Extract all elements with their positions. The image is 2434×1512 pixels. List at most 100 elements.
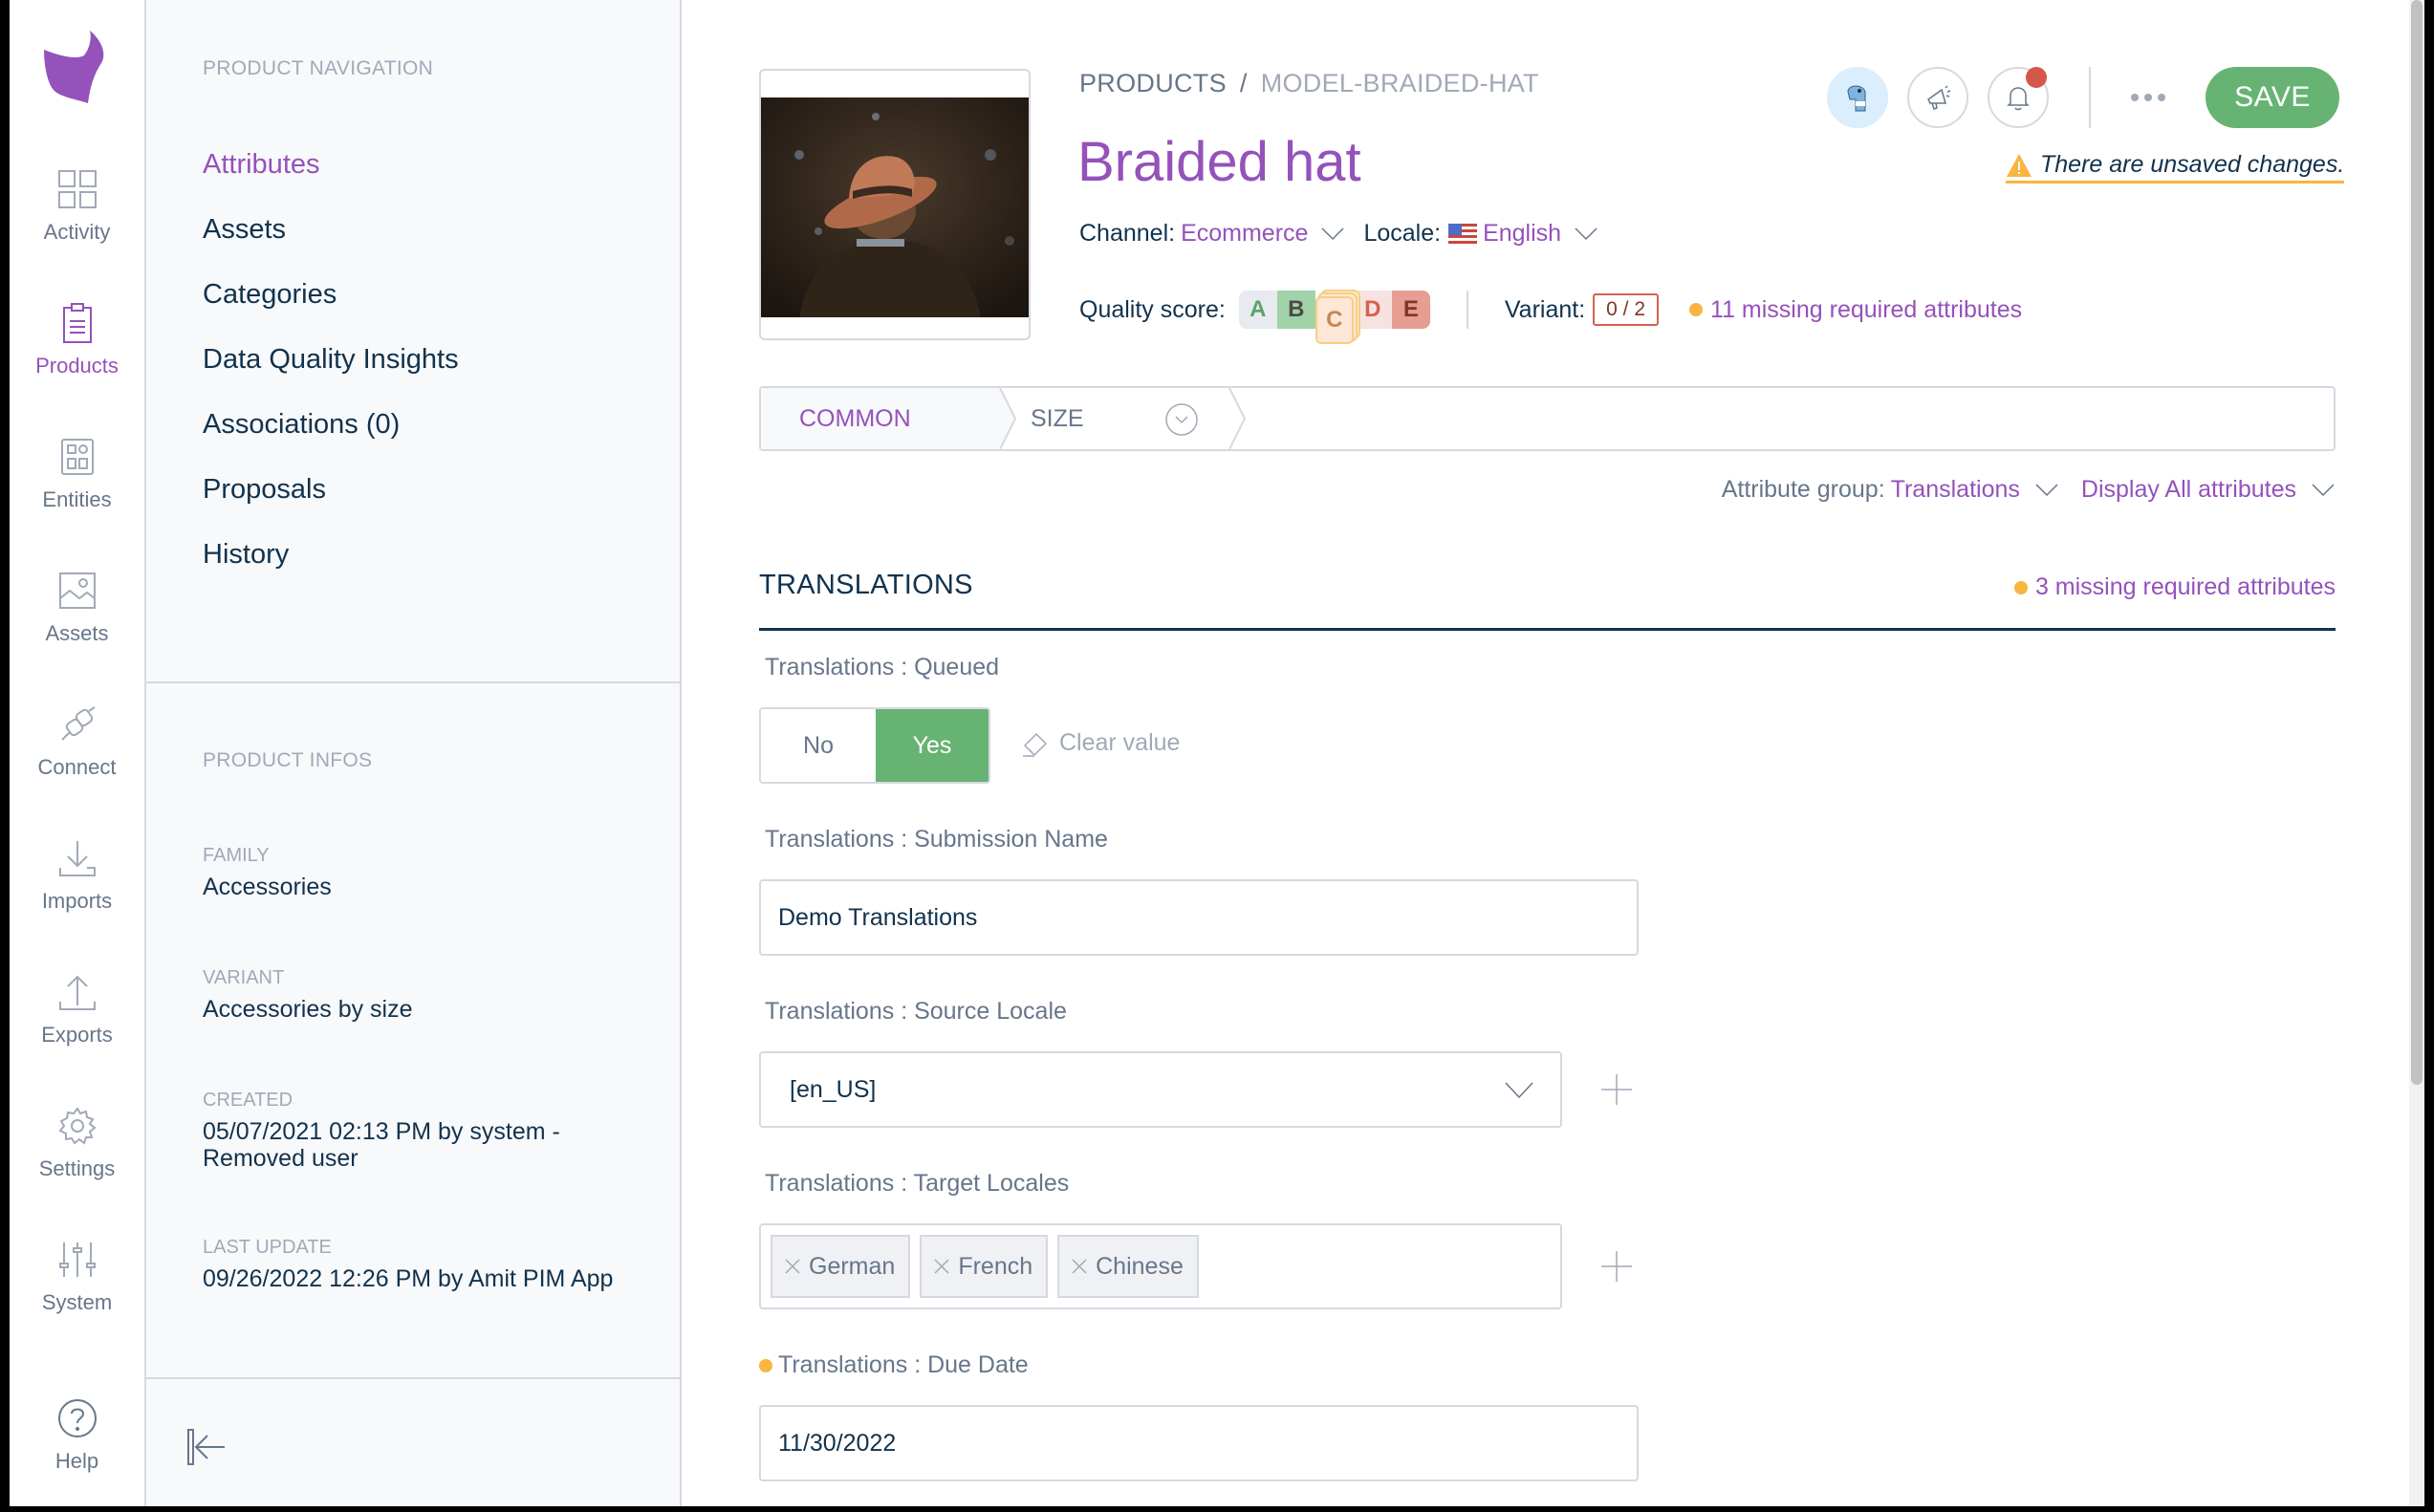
due-date-label-text: Translations : Due Date (778, 1351, 1029, 1378)
last-update-value: 09/26/2022 12:26 PM by Amit PIM App (203, 1265, 614, 1292)
import-icon (58, 841, 96, 876)
rail-item-activity[interactable]: Activity (10, 168, 144, 245)
warning-dot-icon (2013, 580, 2028, 594)
rail-item-connect[interactable]: Connect (10, 703, 144, 780)
rail-item-settings[interactable]: Settings (10, 1105, 144, 1181)
product-navigation-panel: PRODUCT NAVIGATION Attributes Assets Cat… (146, 0, 682, 1506)
grade-a: A (1238, 291, 1277, 329)
rail-item-label: Entities (42, 487, 112, 511)
variant-label: Variant: (1504, 295, 1586, 323)
add-option-icon[interactable] (1597, 1247, 1636, 1285)
sliders-icon (58, 1242, 96, 1277)
nav-link-categories[interactable]: Categories (203, 279, 337, 311)
nav-divider (146, 681, 682, 683)
variant-value: Accessories by size (203, 996, 413, 1023)
nav-link-data-quality-insights[interactable]: Data Quality Insights (203, 344, 459, 376)
breadcrumb-separator: / (1239, 69, 1248, 97)
clear-value-text: Clear value (1059, 728, 1181, 756)
rail-item-label: Assets (45, 621, 109, 645)
chevron-down-icon[interactable] (1575, 227, 1597, 241)
source-locale-value: [en_US] (790, 1075, 877, 1103)
target-locales-multiselect[interactable]: German French Chinese (759, 1223, 1562, 1309)
remove-icon[interactable] (784, 1258, 801, 1275)
page-title: Braided hat (1077, 131, 1361, 193)
grade-d: D (1353, 291, 1392, 329)
source-locale-label: Translations : Source Locale (765, 998, 1067, 1025)
more-actions-button[interactable] (2119, 78, 2177, 117)
announcements-button[interactable] (1907, 67, 1968, 128)
help-label: Help (54, 1449, 99, 1473)
rail-item-entities[interactable]: Entities (10, 436, 144, 512)
gear-icon (57, 1107, 97, 1145)
queued-label: Translations : Queued (765, 654, 1000, 680)
nav-link-proposals[interactable]: Proposals (203, 474, 326, 506)
display-attributes-selector[interactable]: Display All attributes (2081, 476, 2296, 504)
required-missing-dot-icon (759, 1358, 772, 1372)
rail-item-label: Connect (37, 755, 117, 779)
chevron-down-icon[interactable] (1321, 227, 1344, 241)
remove-icon[interactable] (1071, 1258, 1088, 1275)
missing-attributes-link[interactable]: 11 missing required attributes (1689, 296, 2022, 324)
akeneo-logo-icon[interactable] (34, 29, 120, 105)
main-menu-rail: Activity Products Entities Assets Connec… (10, 0, 146, 1506)
chevron-down-icon[interactable] (2312, 483, 2335, 497)
chevron-down-circle-icon[interactable] (1164, 402, 1199, 437)
user-avatar[interactable] (1827, 67, 1888, 128)
breadcrumb-products[interactable]: PRODUCTS (1079, 69, 1227, 97)
tab-separator-arrow (1228, 388, 1247, 449)
rail-item-products[interactable]: Products (10, 302, 144, 378)
queued-yes-option[interactable]: Yes (876, 709, 989, 782)
rail-item-label: Exports (41, 1023, 113, 1047)
collapse-panel-icon[interactable] (186, 1424, 228, 1466)
warning-icon (2007, 153, 2032, 177)
notification-badge (2026, 67, 2047, 88)
page-scrollbar[interactable] (2409, 0, 2424, 1506)
dinosaur-avatar-icon (1847, 85, 1866, 112)
attribute-filters: Attribute group: Translations Display Al… (1722, 476, 2335, 504)
locale-chip-label: German (809, 1252, 896, 1280)
due-date-input[interactable]: 11/30/2022 (759, 1405, 1639, 1481)
add-option-icon[interactable] (1597, 1070, 1636, 1109)
us-flag-icon (1448, 223, 1478, 245)
chevron-down-icon[interactable] (2035, 483, 2058, 497)
rail-item-system[interactable]: System (10, 1239, 144, 1315)
rail-item-label: Products (35, 354, 119, 378)
section-missing-attributes-link[interactable]: 3 missing required attributes (2013, 573, 2336, 601)
rail-item-label: Settings (38, 1156, 116, 1180)
submission-name-input[interactable]: Demo Translations (759, 879, 1639, 956)
breadcrumb: PRODUCTS / MODEL-BRAIDED-HAT (1079, 69, 1539, 98)
clear-value-button[interactable]: Clear value (1021, 728, 1180, 757)
grade-c-current: C (1315, 296, 1354, 344)
section-title: TRANSLATIONS (759, 570, 973, 600)
missing-attributes-text: 11 missing required attributes (1710, 295, 2023, 323)
queued-no-option[interactable]: No (761, 709, 876, 782)
locale-selector[interactable]: English (1483, 220, 1561, 248)
nav-divider (146, 1377, 682, 1379)
nav-link-history[interactable]: History (203, 539, 289, 571)
variant-count-badge[interactable]: 0 / 2 (1593, 293, 1660, 326)
locale-label: Locale: (1363, 220, 1442, 247)
rail-item-exports[interactable]: Exports (10, 971, 144, 1048)
channel-selector[interactable]: Ecommerce (1181, 220, 1308, 248)
product-photo (761, 97, 1029, 317)
locale-chip: Chinese (1057, 1235, 1199, 1298)
attribute-group-selector[interactable]: Translations (1891, 476, 2020, 504)
nav-link-assets[interactable]: Assets (203, 214, 286, 246)
nav-link-associations[interactable]: Associations (0) (203, 409, 400, 441)
grade-e: E (1391, 291, 1430, 329)
section-missing-text: 3 missing required attributes (2034, 573, 2336, 600)
quality-score: Quality score: A B C D E Variant: 0 / 2 … (1079, 291, 2022, 344)
queued-toggle: No Yes (759, 707, 990, 784)
rail-item-assets[interactable]: Assets (10, 570, 144, 646)
source-locale-select[interactable]: [en_US] (759, 1051, 1562, 1128)
remove-icon[interactable] (933, 1258, 950, 1275)
nav-link-attributes[interactable]: Attributes (203, 149, 320, 181)
notifications-button[interactable] (1988, 67, 2049, 128)
save-button[interactable]: SAVE (2206, 67, 2339, 128)
due-date-label: Translations : Due Date (759, 1351, 1029, 1379)
tab-common[interactable]: COMMON (761, 388, 990, 449)
scrollbar-thumb[interactable] (2411, 0, 2423, 1085)
rail-item-help[interactable]: Help (10, 1397, 144, 1474)
rail-item-imports[interactable]: Imports (10, 837, 144, 914)
product-image[interactable] (759, 69, 1031, 340)
